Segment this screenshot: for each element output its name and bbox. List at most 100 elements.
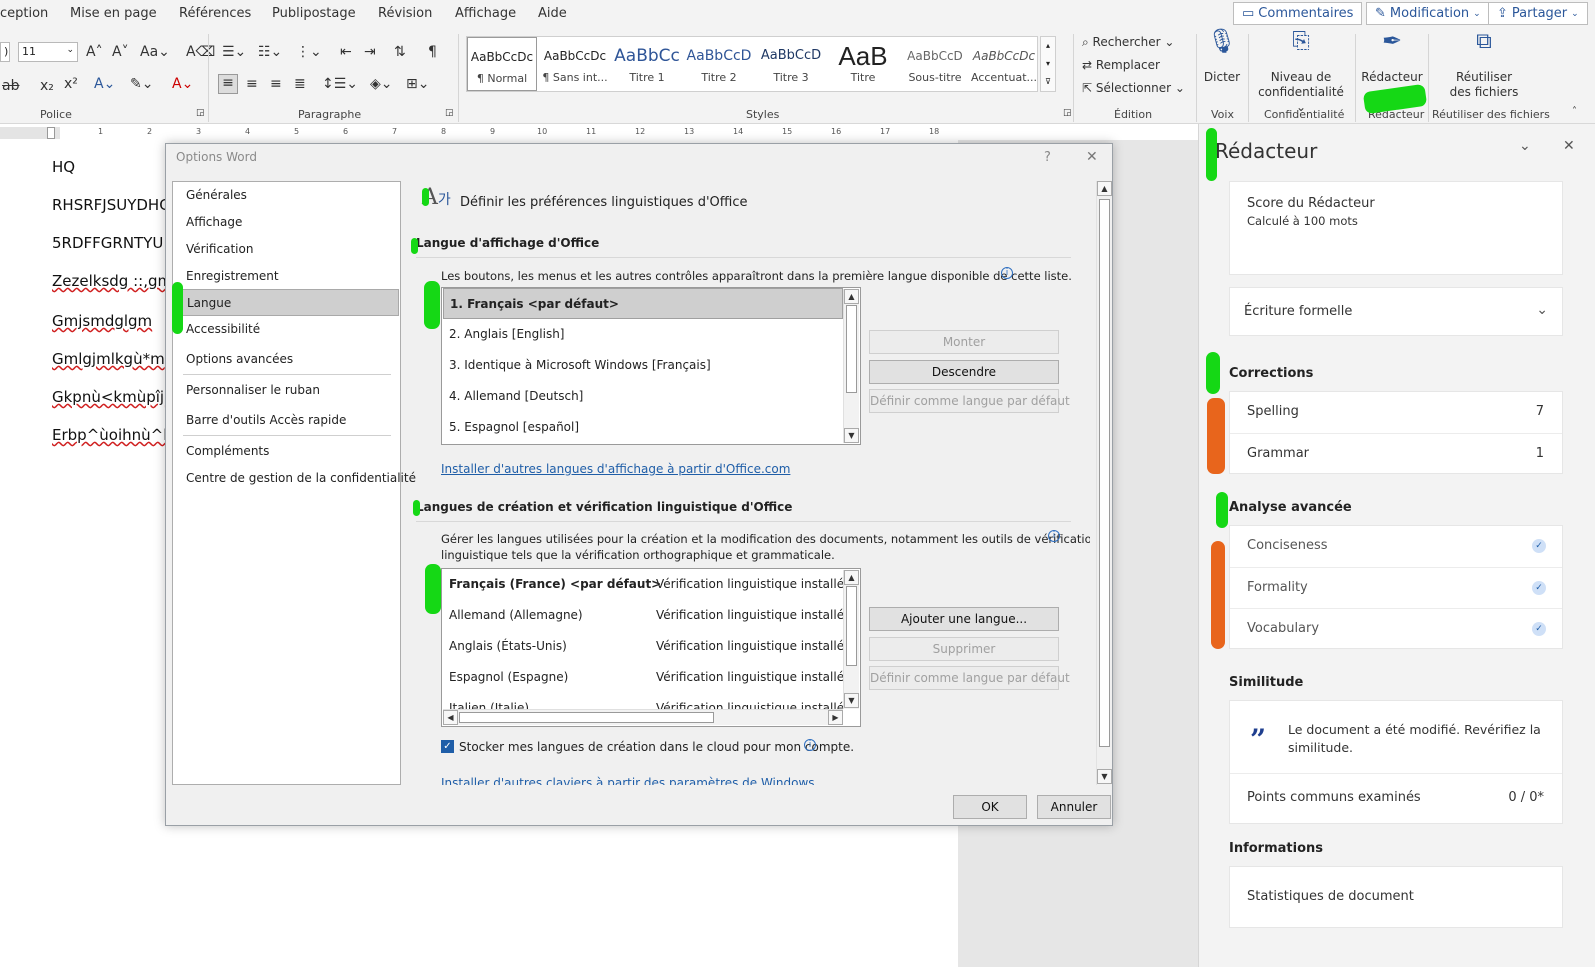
change-case-icon[interactable]: Aa⌄ xyxy=(140,44,170,60)
cloud-checkbox[interactable]: ✓ xyxy=(441,740,454,753)
align-center-icon[interactable]: ≡ xyxy=(246,76,258,92)
multilevel-list-icon[interactable]: ⋮⌄ xyxy=(296,44,322,60)
category-acces-rapide[interactable]: Barre d'outils Accès rapide xyxy=(174,407,399,434)
font-size-select[interactable]: 11 ⌄ xyxy=(18,42,78,62)
share-button[interactable]: ⇪ Partager ⌄ xyxy=(1488,2,1588,25)
add-language-button[interactable]: Ajouter une langue... xyxy=(869,607,1059,631)
category-generales[interactable]: Générales xyxy=(174,182,399,209)
set-default-display-button[interactable]: Définir comme langue par défaut xyxy=(869,389,1070,413)
borders-icon[interactable]: ⊞⌄ xyxy=(406,76,429,92)
dialog-launcher-icon[interactable]: ◲ xyxy=(445,108,454,118)
style-titre-3[interactable]: AaBbCcD Titre 3 xyxy=(755,37,827,91)
authoring-language-name[interactable]: Espagnol (Espagne) xyxy=(443,662,568,693)
scroll-down-icon[interactable]: ▼ xyxy=(844,428,859,443)
spelling-row[interactable]: Spelling 7 xyxy=(1230,392,1562,433)
style-titre-1[interactable]: AaBbCc Titre 1 xyxy=(611,37,683,91)
shading-icon[interactable]: ◈⌄ xyxy=(370,76,393,92)
dialog-scrollbar[interactable]: ▲ ▼ xyxy=(1096,181,1112,785)
indent-marker-icon[interactable] xyxy=(47,127,55,139)
reuse-files-button[interactable]: ⧉ Réutiliser des fichiers xyxy=(1436,31,1532,100)
sort-icon[interactable]: ⇅ xyxy=(394,44,406,60)
category-langue[interactable]: Langue xyxy=(174,289,399,316)
style-titre[interactable]: AaB Titre xyxy=(827,37,899,91)
font-name-select[interactable]: ) xyxy=(0,42,10,62)
display-language-list[interactable]: 1. Français <par défaut> 2. Anglais [Eng… xyxy=(441,287,861,445)
authoring-language-name[interactable]: Italien (Italie) xyxy=(443,693,529,709)
close-icon[interactable]: ✕ xyxy=(1563,138,1575,154)
formality-row[interactable]: Formality ✓ xyxy=(1230,567,1562,608)
points-row[interactable]: Points communs examinés 0 / 0* xyxy=(1230,773,1562,824)
style-accentuation[interactable]: AaBbCcDc Accentuat... xyxy=(971,37,1037,91)
authoring-language-list[interactable]: Français (France) <par défaut> Vérificat… xyxy=(441,568,861,727)
move-up-button[interactable]: Monter xyxy=(869,330,1059,354)
info-icon[interactable]: i xyxy=(804,739,816,751)
find-button[interactable]: ⌕ Rechercher ⌄ xyxy=(1082,35,1174,50)
superscript-icon[interactable]: x² xyxy=(64,76,78,92)
tab-references[interactable]: Références xyxy=(179,6,251,21)
scroll-up-icon[interactable]: ▲ xyxy=(1097,181,1112,196)
text-effects-icon[interactable]: A⌄ xyxy=(94,76,115,92)
dialog-launcher-icon[interactable]: ◲ xyxy=(196,108,205,118)
select-button[interactable]: ⇱ Sélectionner ⌄ xyxy=(1082,81,1185,95)
clear-format-icon[interactable]: A⌫ xyxy=(186,44,215,60)
sensitivity-button[interactable]: ⎘ Niveau de confidentialité ⌄ xyxy=(1253,31,1349,115)
align-right-icon[interactable]: ≡ xyxy=(270,76,282,92)
numbering-icon[interactable]: ☷⌄ xyxy=(258,44,282,60)
tab-affichage[interactable]: Affichage xyxy=(455,6,516,21)
scroll-left-icon[interactable]: ◀ xyxy=(443,710,458,725)
vocabulary-row[interactable]: Vocabulary ✓ xyxy=(1230,608,1562,649)
scroll-down-icon[interactable]: ▼ xyxy=(1097,769,1112,784)
font-color-icon[interactable]: A⌄ xyxy=(172,76,193,92)
ok-button[interactable]: OK xyxy=(953,795,1027,819)
chevron-down-icon[interactable]: ⌄ xyxy=(1519,138,1531,154)
info-icon[interactable]: i xyxy=(1048,530,1060,542)
authoring-language-name[interactable]: Français (France) <par défaut> xyxy=(443,569,661,600)
install-keyboards-link[interactable]: Installer d'autres claviers à partir des… xyxy=(441,776,815,785)
style-normal[interactable]: AaBbCcDc ¶ Normal xyxy=(467,37,537,91)
list-hscrollbar[interactable]: ◀ ▶ xyxy=(443,709,843,725)
category-enregistrement[interactable]: Enregistrement xyxy=(174,263,399,290)
scroll-up-icon[interactable]: ▲ xyxy=(844,289,859,304)
tab-mise-en-page[interactable]: Mise en page xyxy=(70,6,157,21)
display-language-item[interactable]: 1. Français <par défaut> xyxy=(443,288,843,319)
dictate-button[interactable]: 🎙 Dicter xyxy=(1200,29,1244,85)
authoring-language-name[interactable]: Allemand (Allemagne) xyxy=(443,600,583,631)
highlight-icon[interactable]: ✎⌄ xyxy=(130,76,153,92)
tab-publipostage[interactable]: Publipostage xyxy=(272,6,356,21)
increase-indent-icon[interactable]: ⇥ xyxy=(364,44,376,60)
grow-font-icon[interactable]: A˄ xyxy=(86,44,103,60)
move-down-button[interactable]: Descendre xyxy=(869,360,1059,384)
scroll-up-icon[interactable]: ▲ xyxy=(844,570,859,585)
scroll-right-icon[interactable]: ▶ xyxy=(828,710,843,725)
justify-icon[interactable]: ≣ xyxy=(294,76,306,92)
decrease-indent-icon[interactable]: ⇤ xyxy=(340,44,352,60)
style-sans-interligne[interactable]: AaBbCcDc ¶ Sans int... xyxy=(539,37,611,91)
list-scrollbar[interactable]: ▲ ▼ xyxy=(843,570,859,709)
style-titre-2[interactable]: AaBbCcD Titre 2 xyxy=(683,37,755,91)
tab-revision[interactable]: Révision xyxy=(378,6,432,21)
category-confidentialite[interactable]: Centre de gestion de la confidentialité xyxy=(174,465,416,492)
set-default-authoring-button[interactable]: Définir comme langue par défaut xyxy=(869,666,1070,690)
category-options-avancees[interactable]: Options avancées xyxy=(174,346,399,373)
shrink-font-icon[interactable]: A˅ xyxy=(112,44,129,60)
line-spacing-icon[interactable]: ↕☰⌄ xyxy=(322,76,358,92)
category-complements[interactable]: Compléments xyxy=(174,438,399,465)
display-language-item[interactable]: 5. Espagnol [español] xyxy=(443,412,579,443)
similarity-message[interactable]: Le document a été modifié. Revérifiez la… xyxy=(1288,721,1548,757)
editor-score-card[interactable]: Score du Rédacteur Calculé à 100 mots xyxy=(1229,181,1563,275)
conciseness-row[interactable]: Conciseness ✓ xyxy=(1230,526,1562,567)
close-icon[interactable]: ✕ xyxy=(1086,149,1098,165)
category-affichage[interactable]: Affichage xyxy=(174,209,399,236)
info-icon[interactable]: i xyxy=(1001,267,1013,279)
cancel-button[interactable]: Annuler xyxy=(1037,795,1111,819)
writing-style-select[interactable]: Écriture formelle ⌄ xyxy=(1229,287,1563,336)
gallery-scroll[interactable]: ▴ ▾ ⊽ xyxy=(1040,36,1056,92)
subscript-icon[interactable]: x₂ xyxy=(40,78,54,94)
list-scrollbar[interactable]: ▲ ▼ xyxy=(843,289,859,443)
strikethrough-icon[interactable]: ab xyxy=(2,78,19,94)
pilcrow-icon[interactable]: ¶ xyxy=(428,44,437,60)
install-display-languages-link[interactable]: Installer d'autres langues d'affichage à… xyxy=(441,462,790,476)
editing-mode-button[interactable]: ✎ Modification ⌄ xyxy=(1366,2,1490,25)
category-verification[interactable]: Vérification xyxy=(174,236,399,263)
display-language-item[interactable]: 2. Anglais [English] xyxy=(443,319,564,350)
